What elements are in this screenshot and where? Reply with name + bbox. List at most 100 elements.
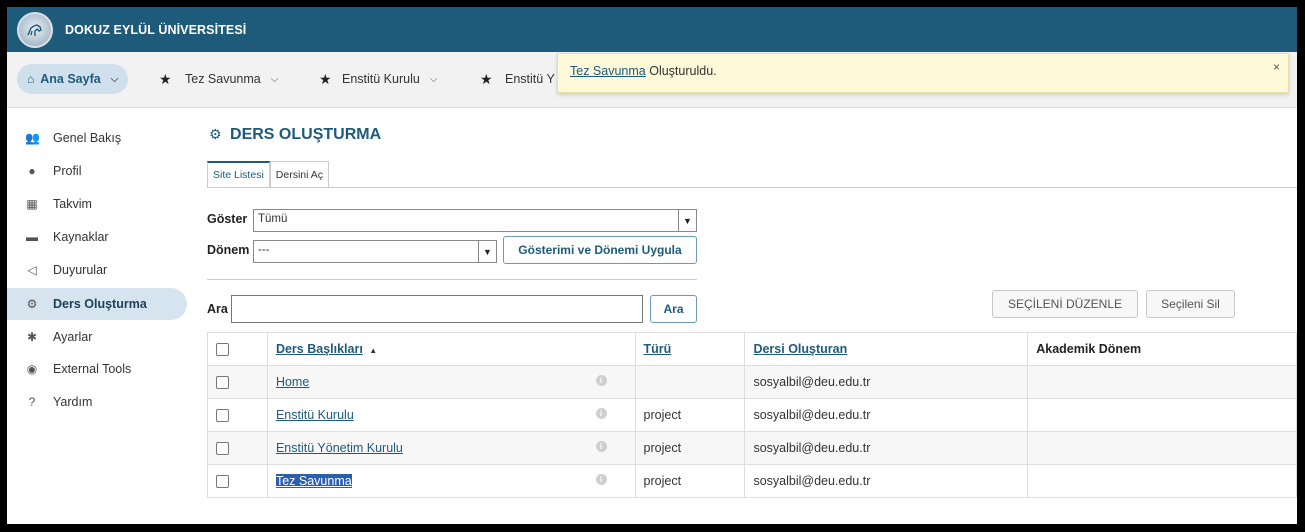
filter-divider [207, 279, 697, 280]
cogs-icon: ⚙ [26, 297, 38, 311]
sort-type-link[interactable]: Türü [644, 342, 672, 356]
sidebar-item-external-tools[interactable]: ◉ External Tools [7, 353, 187, 385]
row-checkbox[interactable] [216, 376, 229, 390]
sidebar-item-genel-bakis[interactable]: 👥 Genel Bakış [7, 122, 187, 154]
caret-down-icon: ▼ [478, 241, 496, 262]
tab-tez-savunma-label: Tez Savunma [185, 72, 261, 86]
row-select-cell [207, 464, 268, 498]
row-title-cell: Tez Savunma i [266, 464, 636, 498]
col-header-creator: Dersi Oluşturan [744, 332, 1029, 366]
row-type-cell [634, 365, 746, 399]
sidebar-item-label: Yardım [53, 395, 93, 409]
sub-tabs: Site Listesi Dersini Aç [207, 161, 330, 187]
col-header-term: Akademik Dönem [1027, 332, 1297, 366]
table-row: Tez Savunma i project sosyalbil@deu.edu.t… [207, 464, 1297, 498]
sort-title-link[interactable]: Ders Başlıkları [276, 342, 363, 356]
col-header-type: Türü [634, 332, 746, 366]
close-icon[interactable]: × [1273, 60, 1280, 74]
star-icon[interactable]: ★ [480, 71, 493, 88]
table-row: Home i sosyalbil@deu.edu.tr [207, 365, 1297, 399]
folder-icon: ▬ [26, 230, 38, 244]
row-checkbox[interactable] [216, 475, 229, 489]
sidebar-item-duyurular[interactable]: ◁ Duyurular [7, 254, 187, 286]
tab-tez-savunma[interactable]: Tez Savunma ⌵ [175, 64, 288, 94]
search-input[interactable] [231, 295, 643, 323]
info-icon[interactable]: i [595, 441, 607, 452]
tab-dersini-ac[interactable]: Dersini Aç [269, 161, 330, 187]
alert-text: Oluşturuldu. [649, 64, 717, 78]
apply-filter-button[interactable]: Gösterimi ve Dönemi Uygula [503, 236, 697, 264]
alert-link[interactable]: Tez Savunma [570, 64, 646, 78]
brand-name[interactable]: DOKUZ EYLÜL ÜNİVERSİTESİ [65, 23, 246, 37]
sidebar-item-kaynaklar[interactable]: ▬ Kaynaklar [7, 221, 187, 253]
row-type-cell: project [634, 398, 746, 432]
select-all-cell [207, 332, 268, 366]
row-checkbox[interactable] [216, 409, 229, 423]
university-logo[interactable] [17, 11, 53, 48]
row-type-cell: project [634, 431, 746, 465]
search-button[interactable]: Ara [650, 295, 697, 323]
info-icon[interactable]: i [595, 408, 607, 419]
term-select-value: --- [258, 244, 270, 256]
select-all-checkbox[interactable] [216, 343, 229, 357]
subtab-divider [207, 187, 1297, 188]
sidebar-item-label: Duyurular [53, 263, 108, 277]
chevron-down-icon[interactable]: ⌵ [111, 74, 119, 85]
row-term-cell [1027, 431, 1297, 465]
sidebar-item-ayarlar[interactable]: ✱ Ayarlar [7, 321, 187, 353]
sidebar-item-yardim[interactable]: ? Yardım [7, 386, 187, 418]
sort-creator-link[interactable]: Dersi Oluşturan [753, 342, 847, 356]
row-creator-cell: sosyalbil@deu.edu.tr [744, 365, 1029, 399]
chevron-down-icon[interactable]: ⌵ [271, 74, 279, 85]
show-label: Göster [207, 212, 248, 226]
row-title-cell: Home i [266, 365, 636, 399]
show-select[interactable]: Tümü ▼ [253, 209, 697, 232]
search-label: Ara [207, 302, 228, 316]
sidebar-item-label: Profil [53, 164, 82, 178]
bullhorn-icon: ◁ [27, 263, 37, 277]
star-icon[interactable]: ★ [159, 71, 172, 88]
sidebar-item-label: Takvim [53, 197, 92, 211]
info-icon[interactable]: i [595, 474, 607, 485]
tab-site-listesi[interactable]: Site Listesi [207, 161, 270, 187]
star-icon[interactable]: ★ [319, 71, 332, 88]
chevron-down-icon[interactable]: ⌵ [430, 74, 438, 85]
tab-enstitu-kurulu[interactable]: Enstitü Kurulu ⌵ [332, 64, 447, 94]
tab-enstitu-kurulu-label: Enstitü Kurulu [342, 72, 420, 86]
user-icon: ● [28, 164, 36, 178]
row-checkbox[interactable] [216, 442, 229, 456]
horse-seal-icon [27, 23, 42, 36]
cogs-icon: ⚙ [209, 126, 222, 142]
site-link[interactable]: Tez Savunma [275, 474, 352, 488]
edit-selected-button[interactable]: SEÇİLENİ DÜZENLE [992, 290, 1138, 318]
tab-enstitu-yonetim[interactable]: Enstitü Y [495, 64, 565, 94]
site-link[interactable]: Enstitü Kurulu [276, 408, 354, 422]
table-row: Enstitü Yönetim Kurulu i project sosyalbi… [207, 431, 1297, 465]
site-link[interactable]: Home [276, 375, 309, 389]
sidebar-item-label: Ders Oluşturma [53, 297, 147, 311]
row-creator-cell: sosyalbil@deu.edu.tr [744, 398, 1029, 432]
row-term-cell [1027, 464, 1297, 498]
col-header-title: Ders Başlıkları ▲ [266, 332, 636, 366]
term-label: Dönem [207, 243, 250, 257]
sidebar-item-label: Ayarlar [53, 330, 93, 344]
row-term-cell [1027, 398, 1297, 432]
term-select[interactable]: --- ▼ [253, 240, 497, 263]
row-select-cell [207, 365, 268, 399]
info-icon[interactable]: i [595, 375, 607, 386]
row-title-cell: Enstitü Yönetim Kurulu i [266, 431, 636, 465]
delete-selected-button[interactable]: Seçileni Sil [1146, 290, 1235, 318]
site-link[interactable]: Enstitü Yönetim Kurulu [276, 441, 403, 455]
sidebar-item-ders-olusturma[interactable]: ⚙ Ders Oluşturma [7, 288, 187, 320]
sidebar-item-profil[interactable]: ● Profil [7, 155, 187, 187]
sidebar-item-label: Genel Bakış [53, 131, 122, 145]
sidebar-item-label: External Tools [53, 362, 132, 376]
main-content: ⚙ DERS OLUŞTURMA Site Listesi Dersini Aç… [197, 108, 1297, 524]
row-select-cell [207, 398, 268, 432]
row-select-cell [207, 431, 268, 465]
globe-icon: ◉ [26, 362, 38, 376]
caret-down-icon: ▼ [678, 210, 696, 231]
tab-home[interactable]: ⌂ Ana Sayfa ⌵ [17, 64, 129, 94]
row-title-cell: Enstitü Kurulu i [266, 398, 636, 432]
sidebar-item-takvim[interactable]: ▦ Takvim [7, 188, 187, 220]
